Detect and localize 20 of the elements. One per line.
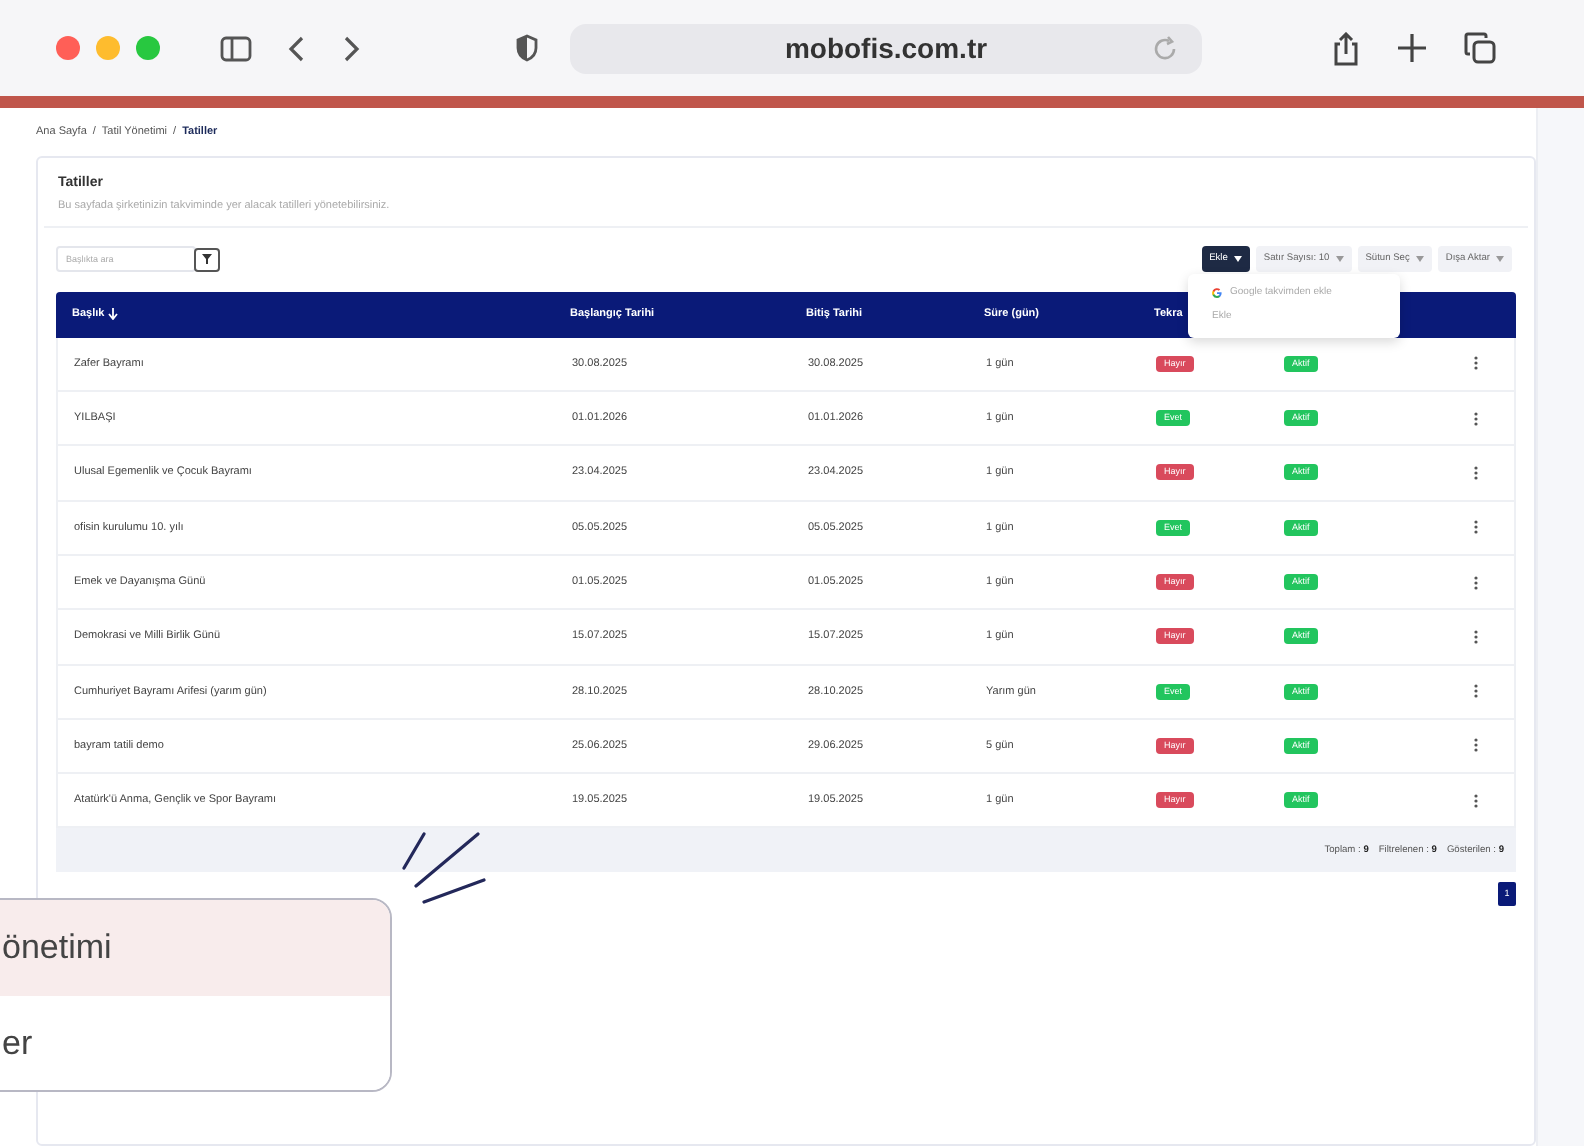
forward-icon[interactable] — [344, 35, 360, 61]
callout-text: er — [2, 1021, 33, 1065]
caret-icon — [1335, 256, 1344, 263]
plus-icon[interactable] — [1398, 34, 1426, 62]
google-icon — [1212, 288, 1222, 299]
caret-icon — [1233, 256, 1242, 263]
shield-icon[interactable] — [516, 34, 538, 62]
filter-button[interactable] — [194, 247, 220, 272]
caret-icon — [1415, 256, 1424, 263]
back-icon[interactable] — [288, 35, 304, 61]
filter-icon — [202, 254, 212, 265]
caret-icon — [1496, 256, 1504, 263]
sort-arrow-icon — [108, 308, 119, 321]
callout-text: önetimi — [2, 926, 112, 970]
address-bar[interactable]: mobofis.com.tr — [570, 23, 1202, 73]
sidebar-icon[interactable] — [220, 35, 252, 61]
tabs-icon[interactable] — [1464, 32, 1496, 64]
close-icon[interactable] — [56, 36, 80, 60]
share-icon[interactable] — [1332, 31, 1360, 65]
emphasis-marks-drawing — [402, 832, 488, 906]
